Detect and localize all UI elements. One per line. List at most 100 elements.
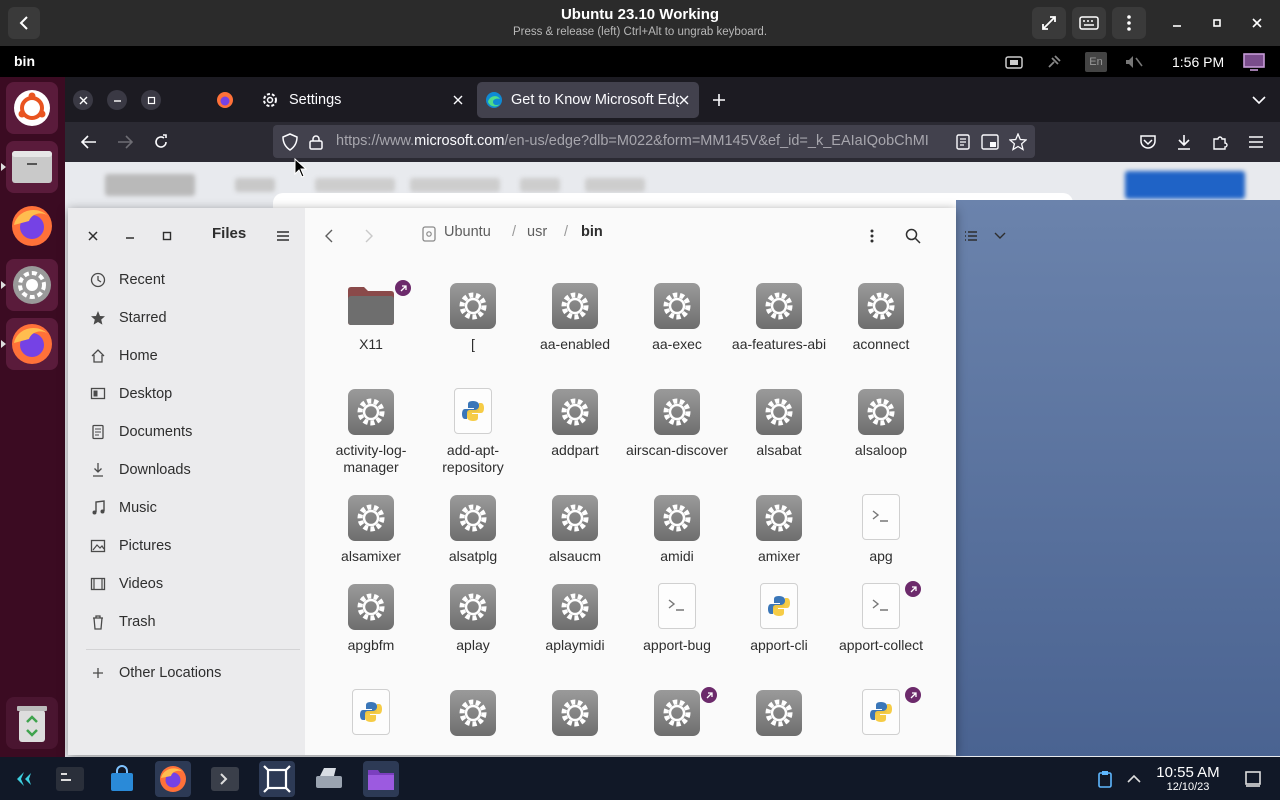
sidebar-item-recent[interactable]: Recent xyxy=(82,263,294,297)
url-text[interactable]: https://www.microsoft.com/en-us/edge?dlb… xyxy=(336,133,946,149)
pocket-button[interactable] xyxy=(1136,130,1160,154)
forward-button[interactable] xyxy=(113,130,137,154)
window-restore-button[interactable] xyxy=(141,90,161,110)
picture-in-picture-icon[interactable] xyxy=(981,134,999,150)
network-icon[interactable] xyxy=(1004,52,1024,72)
dock-firefox-active[interactable] xyxy=(6,318,58,370)
dock-trash[interactable] xyxy=(6,697,58,749)
volume-muted-icon[interactable] xyxy=(1124,52,1144,72)
clipboard-tray-icon[interactable] xyxy=(1092,761,1118,797)
vm-menu-button[interactable] xyxy=(1112,7,1146,39)
files-maximize-button[interactable] xyxy=(155,224,179,248)
file-item[interactable]: apg xyxy=(830,494,932,565)
file-item[interactable] xyxy=(524,689,626,743)
app-menu-button[interactable] xyxy=(1244,130,1268,154)
file-item[interactable]: [ xyxy=(422,282,524,353)
reader-view-icon[interactable] xyxy=(955,134,971,150)
path-menu-button[interactable] xyxy=(860,224,884,248)
file-item[interactable]: X11 xyxy=(320,280,422,353)
top-bar-clock[interactable]: 1:56 PM xyxy=(1172,54,1224,70)
files-search-button[interactable] xyxy=(901,224,925,248)
file-item[interactable] xyxy=(728,689,830,743)
extensions-button[interactable] xyxy=(1208,130,1232,154)
files-close-button[interactable] xyxy=(81,224,105,248)
file-item[interactable]: alsamixer xyxy=(320,494,422,565)
file-item[interactable]: activity-log-manager xyxy=(320,388,422,476)
list-all-tabs-button[interactable] xyxy=(1247,82,1271,118)
vm-fullscreen-button[interactable] xyxy=(1032,7,1066,39)
vm-close-button[interactable] xyxy=(1246,12,1268,34)
sidebar-item-videos[interactable]: Videos xyxy=(82,567,294,601)
sidebar-item-starred[interactable]: Starred xyxy=(82,301,294,335)
taskbar-time[interactable]: 10:55 AM xyxy=(1152,764,1224,781)
taskbar-virt-manager[interactable] xyxy=(259,761,295,797)
app-launcher-button[interactable] xyxy=(6,761,42,797)
sidebar-item-music[interactable]: Music xyxy=(82,491,294,525)
sidebar-item-other-locations[interactable]: Other Locations xyxy=(82,656,294,690)
file-item[interactable] xyxy=(830,687,932,743)
window-close-button[interactable] xyxy=(73,90,93,110)
vm-keyboard-button[interactable] xyxy=(1072,7,1106,39)
active-app-name[interactable]: bin xyxy=(14,53,35,69)
file-item[interactable]: amidi xyxy=(626,494,728,565)
taskbar-file-manager[interactable] xyxy=(363,761,399,797)
url-bar[interactable]: https://www.microsoft.com/en-us/edge?dlb… xyxy=(273,125,1035,158)
file-item[interactable] xyxy=(626,687,728,743)
tab-settings[interactable]: Settings xyxy=(251,82,473,118)
tab-close-icon[interactable] xyxy=(679,95,689,105)
files-forward-button[interactable] xyxy=(357,224,381,248)
sidebar-item-downloads[interactable]: Downloads xyxy=(82,453,294,487)
files-main-menu-button[interactable] xyxy=(271,224,295,248)
taskbar-firefox[interactable] xyxy=(155,761,191,797)
downloads-button[interactable] xyxy=(1172,130,1196,154)
file-item[interactable]: apport-bug xyxy=(626,583,728,654)
show-desktop-button[interactable] xyxy=(1238,761,1268,797)
sidebar-item-desktop[interactable]: Desktop xyxy=(82,377,294,411)
bookmark-star-icon[interactable] xyxy=(1009,133,1027,151)
file-item[interactable]: aa-exec xyxy=(626,282,728,353)
vm-minimize-button[interactable] xyxy=(1166,12,1188,34)
vm-maximize-button[interactable] xyxy=(1206,12,1228,34)
path-crumb-ubuntu[interactable]: Ubuntu xyxy=(444,224,491,240)
dock-firefox[interactable] xyxy=(6,200,58,252)
file-item[interactable]: apport-collect xyxy=(830,581,932,654)
path-crumb-bin[interactable]: bin xyxy=(581,224,603,240)
tab-close-icon[interactable] xyxy=(453,95,463,105)
file-item[interactable] xyxy=(422,689,524,743)
taskbar-terminal[interactable] xyxy=(52,761,88,797)
window-minimize-button[interactable] xyxy=(107,90,127,110)
file-item[interactable]: amixer xyxy=(728,494,830,565)
taskbar-store[interactable] xyxy=(104,761,140,797)
taskbar-console[interactable] xyxy=(207,761,243,797)
file-item[interactable]: alsaucm xyxy=(524,494,626,565)
dock-ubuntu-installer[interactable] xyxy=(6,82,58,134)
file-item[interactable]: aa-enabled xyxy=(524,282,626,353)
file-item[interactable]: alsaloop xyxy=(830,388,932,459)
file-item[interactable]: aconnect xyxy=(830,282,932,353)
new-tab-button[interactable] xyxy=(707,82,731,118)
file-item[interactable]: alsabat xyxy=(728,388,830,459)
tab-microsoft-edge[interactable]: Get to Know Microsoft Edge xyxy=(477,82,699,118)
taskbar-date[interactable]: 12/10/23 xyxy=(1152,781,1224,793)
files-minimize-button[interactable] xyxy=(118,224,142,248)
dock-files[interactable] xyxy=(6,141,58,193)
dock-settings[interactable] xyxy=(6,259,58,311)
file-item[interactable]: apport-cli xyxy=(728,583,830,654)
taskbar-scanner[interactable] xyxy=(311,761,347,797)
tracking-shield-icon[interactable] xyxy=(282,133,298,151)
path-crumb-usr[interactable]: usr xyxy=(527,224,547,240)
file-item[interactable]: add-apt-repository xyxy=(422,388,524,476)
sidebar-item-trash[interactable]: Trash xyxy=(82,605,294,639)
file-item[interactable]: addpart xyxy=(524,388,626,459)
file-item[interactable]: aa-features-abi xyxy=(728,282,830,353)
file-item[interactable]: alsatplg xyxy=(422,494,524,565)
view-options-button[interactable] xyxy=(988,224,1012,248)
back-button[interactable] xyxy=(77,130,101,154)
sidebar-item-pictures[interactable]: Pictures xyxy=(82,529,294,563)
display-icon[interactable] xyxy=(1242,52,1266,72)
lock-icon[interactable] xyxy=(309,134,323,150)
file-item[interactable]: apgbfm xyxy=(320,583,422,654)
files-back-button[interactable] xyxy=(317,224,341,248)
file-item[interactable] xyxy=(320,689,422,743)
file-item[interactable]: aplay xyxy=(422,583,524,654)
